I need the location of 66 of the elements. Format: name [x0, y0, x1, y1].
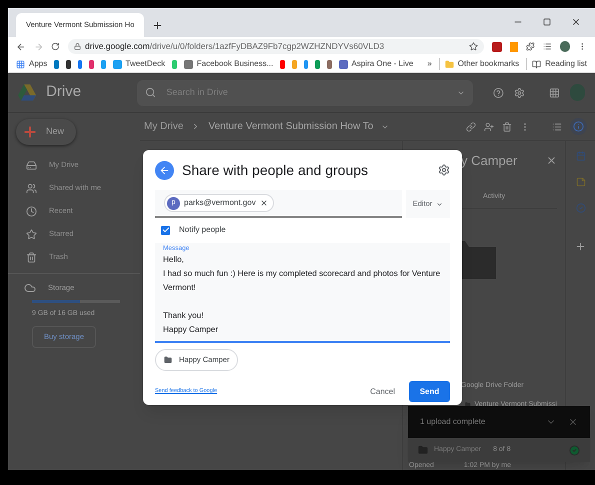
dialog-title: Share with people and groups	[182, 160, 370, 180]
bookmark-link[interactable]: Aspira One - Live	[352, 58, 414, 70]
maximize-icon[interactable]	[543, 18, 551, 26]
send-button[interactable]: Send	[409, 381, 450, 402]
folder-icon	[164, 356, 172, 364]
bookmark-link[interactable]: Apps	[16, 58, 48, 70]
new-tab-icon[interactable]	[152, 20, 163, 31]
apps-icon	[16, 60, 25, 68]
lock-icon	[74, 43, 82, 50]
bookmark-star-icon[interactable]	[468, 42, 478, 51]
reload-icon[interactable]	[51, 42, 60, 51]
help-icon[interactable]	[493, 86, 504, 98]
check-icon	[162, 226, 170, 234]
shared-icon	[26, 182, 37, 194]
reading-list-icon	[532, 60, 542, 68]
info-button[interactable]	[570, 118, 587, 135]
new-button[interactable]: New	[16, 119, 76, 145]
settings-icon[interactable]	[438, 164, 450, 176]
folder-icon	[444, 60, 454, 68]
breadcrumb-link[interactable]: Venture Vermont Submission How To	[208, 119, 374, 134]
caret-icon	[436, 200, 444, 208]
back-button[interactable]	[155, 160, 174, 180]
notify-label: Notify people	[179, 224, 226, 236]
close-icon[interactable]	[546, 155, 557, 166]
list-view-icon[interactable]	[552, 122, 562, 132]
remove-icon[interactable]	[260, 199, 268, 207]
extension-icon[interactable]	[492, 42, 502, 52]
apps-grid-icon[interactable]	[548, 86, 560, 98]
media-icon[interactable]	[542, 42, 552, 51]
bookmark-link[interactable]: Reading list	[545, 58, 587, 70]
close-window-icon[interactable]	[571, 17, 581, 27]
notify-checkbox[interactable]	[161, 226, 170, 234]
note-icon[interactable]	[576, 177, 586, 187]
drive-icon	[26, 160, 37, 170]
forward-icon[interactable]	[34, 42, 44, 52]
starred-icon	[26, 228, 37, 240]
recent-icon	[26, 206, 37, 216]
search-icon	[145, 87, 156, 98]
trash-icon[interactable]	[502, 122, 512, 132]
more-bookmarks-glyph[interactable]: »	[427, 58, 432, 70]
info-icon	[573, 121, 584, 132]
back-icon	[159, 164, 170, 176]
extensions-icon[interactable]	[526, 42, 535, 51]
close-icon[interactable]	[568, 417, 578, 427]
link-icon[interactable]	[466, 122, 476, 132]
address-bar[interactable]: drive.google.com/drive/u/0/folders/1azfFyDBAZ9Fb7cgp2WZHZNDYVs60VLD3	[68, 39, 484, 54]
add-icon[interactable]	[575, 241, 586, 252]
folder-icon	[418, 445, 428, 455]
bookmark-link[interactable]: TweetDeck	[126, 58, 166, 70]
settings-icon[interactable]	[514, 86, 525, 98]
bookmark-link[interactable]: Facebook Business...	[196, 58, 274, 70]
message-text: Hello, I had so much fun :) Here is my completed scorecard and photos for Venture Vermont! Thank you! Happy Camper	[163, 254, 442, 336]
app-title: Drive	[46, 82, 82, 102]
add-person-icon[interactable]	[484, 122, 494, 132]
breadcrumb-link[interactable]: My Drive	[144, 119, 184, 134]
cancel-button[interactable]: Cancel	[366, 381, 399, 402]
recipient-email: parks@vermont.gov	[184, 197, 256, 209]
bookmark-icon[interactable]	[66, 60, 71, 68]
profile-avatar[interactable]	[560, 41, 570, 52]
bookmark-link[interactable]: Other bookmarks	[458, 58, 520, 70]
trash-icon	[26, 252, 37, 262]
toast-title: 1 upload complete	[420, 416, 486, 428]
drive-logo-icon	[18, 84, 36, 101]
back-icon[interactable]	[16, 42, 26, 52]
cloud-icon	[24, 282, 36, 294]
plus-icon	[22, 124, 38, 140]
